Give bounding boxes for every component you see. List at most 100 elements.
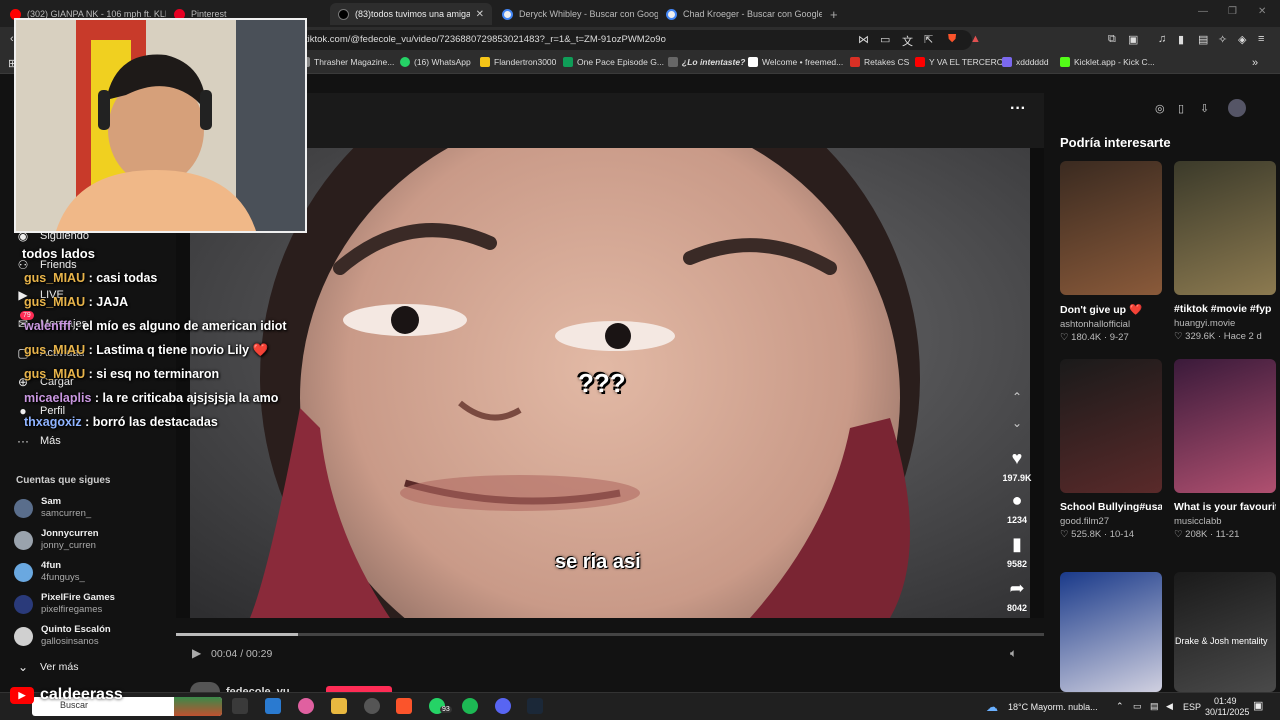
video-overlay-text: ???: [578, 368, 626, 398]
see-more-button[interactable]: ⌄ Ver más: [16, 660, 79, 674]
bookmark-kicklet[interactable]: Kicklet.app - Kick C...: [1060, 57, 1155, 67]
clock-date[interactable]: 30/11/2025: [1205, 707, 1249, 717]
chevron-down-icon[interactable]: ⌄: [1012, 416, 1022, 430]
file-explorer-icon[interactable]: [331, 698, 347, 714]
tray-chevron-icon[interactable]: ⌃: [1116, 701, 1124, 712]
recommended-card[interactable]: #tiktok #movie #fyp huangyi.movie ♡ 329.…: [1174, 161, 1276, 342]
account-item[interactable]: Quinto Escalón gallosinsanos: [14, 624, 111, 648]
close-tab-icon[interactable]: ✕: [476, 9, 484, 20]
bookmark-thrasher[interactable]: Thrasher Magazine...: [300, 57, 394, 67]
network-icon[interactable]: ▤: [1150, 701, 1159, 712]
store-icon[interactable]: [265, 698, 281, 714]
sidebar-toggle-icon[interactable]: ▮: [1178, 33, 1184, 46]
minimize-icon[interactable]: —: [1198, 6, 1208, 17]
discord-icon[interactable]: [495, 698, 511, 714]
tab-manager-icon[interactable]: ▤: [1198, 33, 1208, 46]
author-avatar[interactable]: [190, 682, 220, 692]
task-view-icon[interactable]: [232, 698, 248, 714]
obs-icon[interactable]: [364, 698, 380, 714]
bookmark-flandertron[interactable]: Flandertron3000: [480, 57, 556, 67]
steam-icon[interactable]: [527, 698, 543, 714]
video-thumbnail: Drake & Josh mentality: [1174, 572, 1276, 692]
menu-icon[interactable]: ≡: [1258, 33, 1264, 45]
screen-icon[interactable]: ▭: [880, 33, 890, 46]
extensions-icon[interactable]: ⧉: [1108, 33, 1116, 46]
account-item[interactable]: 4fun 4funguys_: [14, 560, 85, 584]
play-icon[interactable]: ▶: [192, 646, 201, 660]
app-icon[interactable]: [298, 698, 314, 714]
author-name[interactable]: fedecole_vu: [226, 684, 290, 692]
language-indicator[interactable]: ESP: [1183, 702, 1201, 712]
music-icon[interactable]: ♫: [1158, 33, 1166, 45]
chat-message: gus_MIAU : si esq no terminaron: [24, 367, 220, 381]
maximize-icon[interactable]: ❐: [1228, 6, 1237, 17]
save-button[interactable]: ▮ 9582: [1002, 534, 1032, 572]
download-icon[interactable]: ⇩: [1200, 102, 1209, 115]
recommended-card[interactable]: School Bullying#usa#movi... good.film27 …: [1060, 359, 1162, 540]
comment-button[interactable]: ● 1234: [1002, 490, 1032, 528]
profile-avatar[interactable]: [1228, 99, 1246, 117]
reader-icon[interactable]: ⋈: [858, 33, 869, 46]
chevron-up-icon[interactable]: ⌃: [1012, 390, 1022, 404]
video-thumbnail: [1174, 359, 1276, 493]
leo-icon[interactable]: ✧: [1218, 33, 1227, 46]
bookmark-onepace[interactable]: One Pace Episode G...: [563, 57, 664, 67]
recommended-card[interactable]: Drake & Josh mentality: [1174, 572, 1276, 692]
brave-shield-icon[interactable]: ⛊: [948, 33, 956, 46]
account-item[interactable]: Jonnycurren jonny_curren: [14, 528, 99, 552]
video-thumbnail: [1060, 359, 1162, 493]
tab-google-1[interactable]: Deryck Whibley - Buscar con Google: [494, 3, 658, 25]
bookmark-retakes[interactable]: Retakes CS: [850, 57, 909, 67]
weather-text[interactable]: 18°C Mayorm. nubla...: [1008, 702, 1098, 712]
clock-time[interactable]: 01:49: [1214, 696, 1237, 706]
heart-outline-icon: ♡: [1174, 529, 1186, 540]
webcam-image: [16, 20, 305, 231]
more-options-icon[interactable]: ···: [1010, 100, 1026, 118]
card-stats: ♡ 525.8K · 10-14: [1060, 529, 1135, 540]
bookmark-icon: [480, 57, 490, 67]
volume-icon[interactable]: ◀: [1166, 701, 1173, 712]
share-icon[interactable]: ⇱: [924, 33, 933, 46]
bookmark-icon: [748, 57, 758, 67]
compass-icon[interactable]: ◎: [1155, 102, 1165, 115]
wallet-icon[interactable]: ▣: [1128, 33, 1138, 46]
recommended-card[interactable]: Don't give up ❤️ ashtonhallofficial ♡ 18…: [1060, 161, 1162, 343]
rewards-icon[interactable]: ▲: [970, 33, 981, 45]
notifications-icon[interactable]: ▣: [1253, 699, 1263, 712]
recommended-card[interactable]: [1060, 572, 1162, 692]
like-button[interactable]: ♥ 197.9K: [1002, 448, 1032, 486]
bookmark-tercero[interactable]: Y VA EL TERCERO: [915, 57, 1003, 67]
webcam-overlay: [14, 18, 307, 233]
heart-outline-icon: ♡: [1060, 332, 1072, 343]
translate-icon[interactable]: 文: [902, 33, 913, 49]
recommended-card[interactable]: What is your favourite song of... musicc…: [1174, 359, 1276, 540]
vpn-icon[interactable]: ◈: [1238, 33, 1246, 46]
video-thumbnail: [1060, 572, 1162, 692]
sheets-icon: [563, 57, 573, 67]
chevron-right-icon[interactable]: »: [1252, 57, 1258, 69]
bookmark-freemed[interactable]: Welcome • freemed...: [748, 57, 843, 67]
chat-message: thxagoxiz : borró las destacadas: [24, 415, 218, 429]
share-button[interactable]: ➦ 8042: [1002, 578, 1032, 616]
bookmark-whatsapp[interactable]: (16) WhatsApp: [400, 57, 471, 67]
tray-app-icon[interactable]: ▭: [1133, 701, 1142, 712]
brave-icon[interactable]: [396, 698, 412, 714]
nav-more[interactable]: ··· Más: [16, 434, 61, 448]
bookmark-xdddddd[interactable]: xdddddd: [1002, 57, 1049, 67]
account-item[interactable]: PixelFire Games pixelfiregames: [14, 592, 115, 616]
bookmark-icon: [668, 57, 678, 67]
new-tab-button[interactable]: +: [822, 3, 842, 25]
bookmark-intentaste[interactable]: ¿Lo intentaste?: [668, 57, 745, 67]
tab-tiktok-active[interactable]: (83)todos tuvimos una amiga as✕: [330, 3, 492, 25]
spotify-icon[interactable]: [462, 698, 478, 714]
progress-bar[interactable]: [176, 633, 1044, 636]
card-stats: ♡ 208K · 11-21: [1174, 529, 1240, 540]
volume-icon[interactable]: 🔈︎: [1010, 646, 1017, 661]
account-item[interactable]: Sam samcurren_: [14, 496, 91, 520]
phone-icon[interactable]: ▯: [1178, 102, 1184, 115]
video-thumbnail: [1060, 161, 1162, 295]
chat-header: todos lados: [22, 246, 95, 261]
tab-google-2[interactable]: Chad Kroeger - Buscar con Google: [658, 3, 822, 25]
heart-outline-icon: ♡: [1060, 529, 1072, 540]
close-window-icon[interactable]: ✕: [1258, 6, 1266, 17]
